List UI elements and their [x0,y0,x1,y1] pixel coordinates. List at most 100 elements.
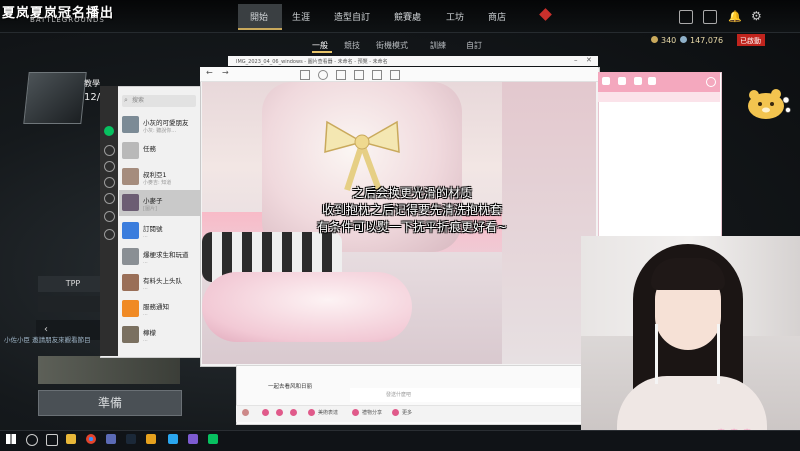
player-level: 12/ [84,92,101,103]
nav-workshop[interactable]: 工坊 [446,10,464,23]
avatar [122,168,139,185]
chrome-icon[interactable] [86,434,96,444]
contact-item[interactable]: 爆梗求生和玩道 ... [119,244,200,270]
search-icon[interactable] [26,434,38,446]
nav-competition[interactable]: 競賽處 [394,10,421,23]
gift-icon[interactable] [352,409,359,416]
app-icon[interactable] [168,434,178,444]
bow-icon [324,120,400,192]
avatar [122,116,139,133]
task-view-icon[interactable] [46,434,58,446]
miniprogram-icon[interactable] [104,211,115,222]
windows-start-icon[interactable] [6,434,16,444]
contact-name: 叔利亞1 [143,171,167,179]
wechat-icon[interactable] [208,434,218,444]
app-icon[interactable] [106,434,116,444]
crop-icon[interactable] [300,70,310,80]
back-arrow-icon[interactable]: ← [206,68,213,77]
rotate-icon[interactable] [318,70,328,80]
inventory-icon[interactable] [679,10,693,24]
contact-last-message: 小麥吉: 知道 [143,180,172,186]
contact-item[interactable]: 有料头上头队 ... [119,270,200,296]
sliders-icon[interactable] [290,409,297,416]
windows-taskbar [0,430,800,451]
home-icon[interactable] [618,77,626,85]
favorites-icon[interactable] [104,161,115,172]
contact-last-message: ... [143,311,148,317]
subnav-training[interactable]: 訓練 [430,40,446,51]
contact-item[interactable]: 服務通知 ... [119,296,200,322]
gear-icon[interactable]: ⚙ [751,9,762,23]
contact-item[interactable]: 小灰的可愛朋友 小灰: 聽說你... [119,112,200,138]
player-name: 教學 [84,79,100,88]
contact-item[interactable]: 叔利亞1 小麥吉: 知道 [119,164,200,190]
game-chat-line: 小佐小臣 邀請朋友來觀看節目 [4,336,91,344]
edit-icon[interactable] [336,70,346,80]
player-emblem[interactable] [23,72,87,124]
game-logo-text: BATTLEGROUNDS [30,16,105,24]
contact-item-selected[interactable]: 小麥子 [圖片] [119,190,200,216]
steam-icon[interactable] [126,434,136,444]
avatar [122,274,139,291]
contacts-icon[interactable] [104,145,115,156]
game-icon[interactable] [634,77,642,85]
g-coin-amount: 147,076 [690,36,724,45]
chat-input[interactable]: 發送什麼吧 [350,388,580,402]
bell-icon[interactable]: 🔔 [728,10,742,23]
power-icon[interactable] [706,77,716,87]
pink-app-header [598,72,720,92]
mosaic-icon[interactable] [372,70,382,80]
game-app-icon[interactable] [146,434,156,444]
nav-start[interactable]: 開始 [250,10,268,23]
contact-item[interactable]: 任務 [119,138,200,164]
toolbar-label[interactable]: 禮物分享 [362,409,382,416]
settings-icon[interactable] [104,229,115,240]
ready-button[interactable]: 準備 [38,390,182,416]
minimize-icon[interactable]: – [574,56,578,64]
avatar [122,194,139,211]
caption-line-3: 有条件可以熨一下抚平折痕更好看~ [316,220,508,234]
contact-name: 小麥子 [143,197,163,205]
art-icon[interactable] [308,409,315,416]
app-icon[interactable] [188,434,198,444]
more-icon[interactable] [392,409,399,416]
files-icon[interactable] [104,177,115,188]
translate-icon[interactable] [390,70,400,80]
contact-item[interactable]: 檸檬 ... [119,322,200,348]
moments-icon[interactable] [104,193,115,204]
bp-coin-icon [651,36,658,43]
mic-icon[interactable] [276,409,283,416]
contact-name: 檸檬 [143,329,156,337]
close-icon[interactable]: ✕ [586,56,592,64]
pink-app-tabbar [598,92,720,102]
subnav-arcade[interactable]: 街機模式 [376,40,408,51]
nav-store[interactable]: 商店 [488,10,506,23]
subnav-ranked[interactable]: 競技 [344,40,360,51]
subnav-custom[interactable]: 自訂 [466,40,482,51]
file-explorer-icon[interactable] [66,434,76,444]
mail-icon[interactable] [703,10,717,24]
subtitle-captions: 之后会换更光滑的材质 收到抱枕之后记得要先清洗抱枕套 有条件可以熨一下抚平折痕更… [262,185,562,236]
nav-career[interactable]: 生涯 [292,10,310,23]
nav-customize[interactable]: 造型自訂 [334,10,370,23]
contact-item[interactable]: 訂閱號 ... [119,218,200,244]
caption-line-1: 之后会换更光滑的材质 [351,186,472,200]
subnav-normal[interactable]: 一般 [312,40,328,51]
perspective-button[interactable]: TPP [38,276,108,292]
avatar [122,300,139,317]
toolbar-label[interactable]: 更多 [402,409,412,416]
emoji-icon[interactable] [262,409,269,416]
contact-name: 服務通知 [143,303,169,311]
earphone-cable [717,324,720,384]
wechat-search-input[interactable]: 搜索 [122,95,196,107]
text-icon[interactable] [354,70,364,80]
live-icon[interactable] [648,77,656,85]
toolbar-label[interactable]: 美術表達 [318,409,338,416]
contact-last-message: ... [143,259,148,265]
subnav-active-indicator [312,51,332,53]
chat-icon[interactable] [104,126,114,136]
squad-mode-box[interactable] [38,296,108,312]
pink-app-logo-icon[interactable] [602,77,610,85]
avatar[interactable] [242,409,249,416]
forward-arrow-icon[interactable]: → [222,68,229,77]
